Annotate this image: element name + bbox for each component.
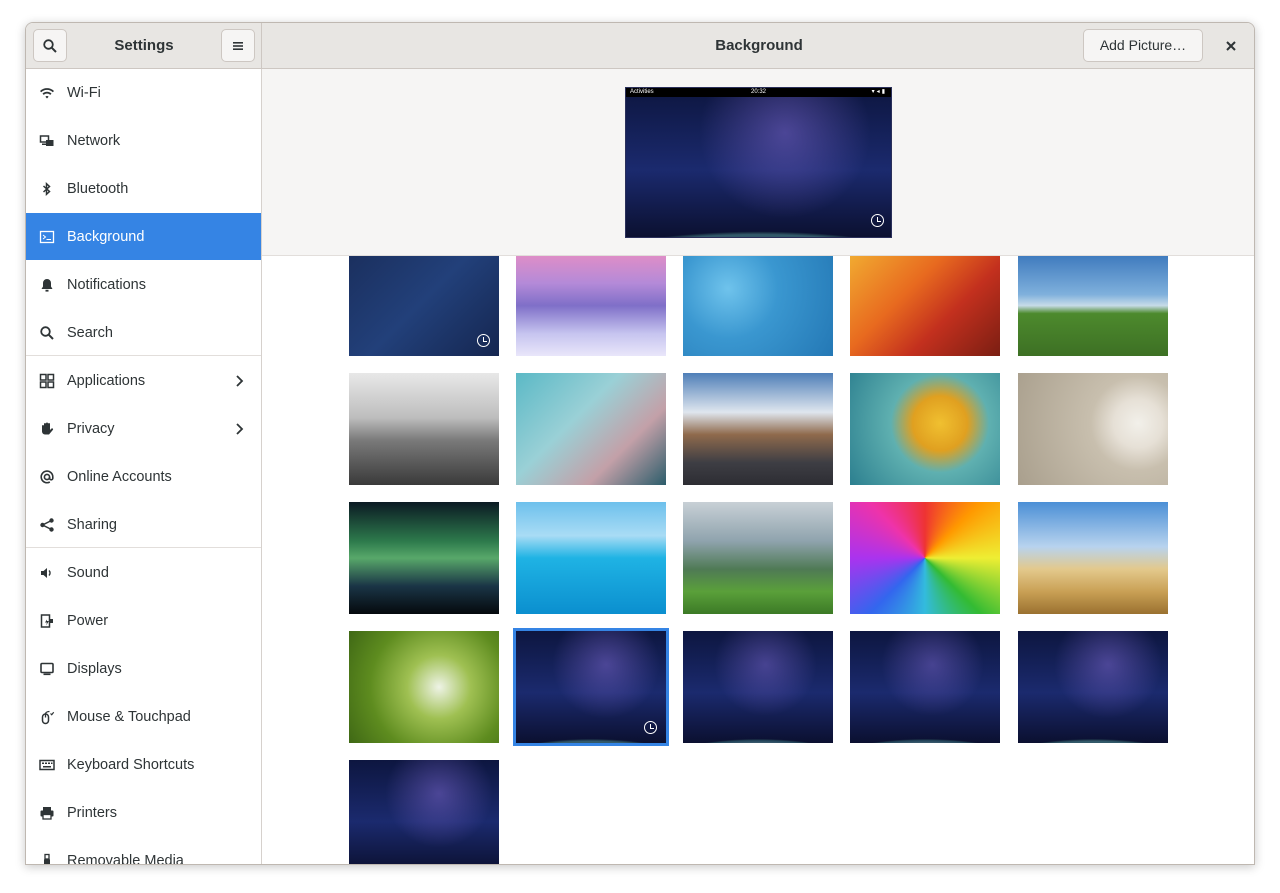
wallpaper-earth-night-timed[interactable] (513, 628, 669, 746)
preview-clock: 20:32 (750, 89, 766, 95)
search-icon (38, 324, 56, 342)
sidebar-item-sharing[interactable]: Sharing (26, 501, 261, 548)
sidebar-item-label: Power (67, 612, 109, 629)
wallpaper-aurora[interactable] (349, 502, 499, 614)
hand-icon (38, 420, 56, 438)
sidebar-item-label: Applications (67, 372, 146, 389)
wallpaper-dandelions[interactable] (349, 631, 499, 743)
wallpaper-mountain-valley[interactable] (683, 502, 833, 614)
at-icon (38, 468, 56, 486)
sidebar-item-search[interactable]: Search (26, 309, 261, 356)
sidebar-item-label: Sharing (67, 516, 117, 533)
sidebar-title: Settings (114, 37, 174, 54)
wallpaper-green-field[interactable] (1018, 244, 1168, 356)
sidebar-item-keyboard-shortcuts[interactable]: Keyboard Shortcuts (26, 741, 261, 788)
sidebar: Wi-Fi Network Bluetooth Background Notificat… (26, 69, 262, 865)
sidebar-item-label: Notifications (67, 276, 146, 293)
search-button[interactable] (33, 29, 67, 62)
menu-button[interactable] (221, 29, 255, 62)
settings-window: Settings Background Add Picture… Wi-Fi Ne… (25, 22, 1255, 865)
keyboard-icon (38, 756, 56, 774)
network-icon (38, 132, 56, 150)
speaker-icon (38, 564, 56, 582)
sidebar-separator (26, 355, 261, 356)
main-content: Activities 20:32 ▾◂▮ (262, 69, 1254, 864)
sidebar-item-removable-media[interactable]: Removable Media (26, 837, 261, 865)
sidebar-item-printers[interactable]: Printers (26, 789, 261, 836)
sidebar-item-label: Network (67, 132, 121, 149)
sidebar-item-label: Bluetooth (67, 180, 129, 197)
sidebar-item-notifications[interactable]: Notifications (26, 261, 261, 308)
sidebar-item-wi-fi[interactable]: Wi-Fi (26, 69, 261, 116)
search-icon (43, 38, 57, 53)
sidebar-item-displays[interactable]: Displays (26, 645, 261, 692)
wallpaper-tropical-sea[interactable] (516, 502, 666, 614)
sidebar-item-label: Keyboard Shortcuts (67, 756, 195, 773)
close-button[interactable] (1219, 34, 1243, 58)
sidebar-item-label: Printers (67, 804, 117, 821)
wallpaper-desert-road[interactable] (683, 373, 833, 485)
wallpaper-earth-day[interactable] (683, 631, 833, 743)
bluetooth-icon (38, 180, 56, 198)
wallpaper-winter-forest[interactable] (516, 244, 666, 356)
wallpaper-earth-day-2[interactable] (850, 631, 1000, 743)
sidebar-item-background[interactable]: Background (26, 213, 261, 260)
preview-status-icons: ▾◂▮ (871, 89, 887, 95)
hamburger-icon (233, 41, 243, 50)
share-icon (38, 516, 56, 534)
sidebar-item-online-accounts[interactable]: Online Accounts (26, 453, 261, 500)
wallpaper-earth-night[interactable] (1018, 631, 1168, 743)
power-icon (38, 612, 56, 630)
sidebar-item-label: Displays (67, 660, 122, 677)
wallpaper-blue-geometric[interactable] (349, 244, 499, 356)
wallpaper-zen-stones[interactable] (1018, 373, 1168, 485)
wallpaper-yellow-frog[interactable] (850, 373, 1000, 485)
timed-clock-icon (477, 334, 490, 347)
mouse-icon (38, 708, 56, 726)
sidebar-separator (26, 547, 261, 548)
background-preview: Activities 20:32 ▾◂▮ (625, 87, 892, 238)
sidebar-item-label: Search (67, 324, 113, 341)
add-picture-button[interactable]: Add Picture… (1083, 29, 1203, 62)
printer-icon (38, 804, 56, 822)
wallpaper-wheat-field[interactable] (1018, 502, 1168, 614)
timed-clock-icon (871, 214, 884, 227)
sidebar-item-label: Mouse & Touchpad (67, 708, 191, 725)
applications-icon (38, 372, 56, 390)
bell-icon (38, 276, 56, 294)
sidebar-item-bluetooth[interactable]: Bluetooth (26, 165, 261, 212)
sidebar-item-label: Sound (67, 564, 109, 581)
wallpaper-woven-fabric[interactable] (850, 244, 1000, 356)
wallpaper-earth-night-2[interactable] (349, 760, 499, 864)
sidebar-item-network[interactable]: Network (26, 117, 261, 164)
sidebar-item-label: Removable Media (67, 852, 184, 865)
wifi-icon (38, 84, 56, 102)
sidebar-item-label: Online Accounts (67, 468, 172, 485)
chevron-right-icon (236, 374, 244, 387)
preview-topbar: Activities 20:32 ▾◂▮ (626, 88, 891, 97)
wallpaper-colored-pencils[interactable] (850, 502, 1000, 614)
sidebar-item-sound[interactable]: Sound (26, 549, 261, 596)
timed-clock-icon (644, 721, 657, 734)
display-icon (38, 660, 56, 678)
sidebar-item-applications[interactable]: Applications (26, 357, 261, 404)
sidebar-item-label: Background (67, 228, 145, 245)
sidebar-item-label: Wi-Fi (67, 84, 101, 101)
sidebar-header: Settings (26, 23, 262, 69)
chevron-right-icon (236, 422, 244, 435)
wallpaper-foggy-pier[interactable] (349, 373, 499, 485)
wallpaper-blue-knit[interactable] (683, 244, 833, 356)
background-icon (38, 228, 56, 246)
sidebar-item-privacy[interactable]: Privacy (26, 405, 261, 452)
sidebar-item-power[interactable]: Power (26, 597, 261, 644)
sidebar-item-mouse-touchpad[interactable]: Mouse & Touchpad (26, 693, 261, 740)
close-icon (1226, 41, 1236, 51)
preview-area: Activities 20:32 ▾◂▮ (262, 69, 1254, 256)
header-bar: Settings Background Add Picture… (26, 23, 1254, 69)
usb-icon (38, 852, 56, 864)
wallpaper-cherry-blossom[interactable] (516, 373, 666, 485)
sidebar-item-label: Privacy (67, 420, 115, 437)
